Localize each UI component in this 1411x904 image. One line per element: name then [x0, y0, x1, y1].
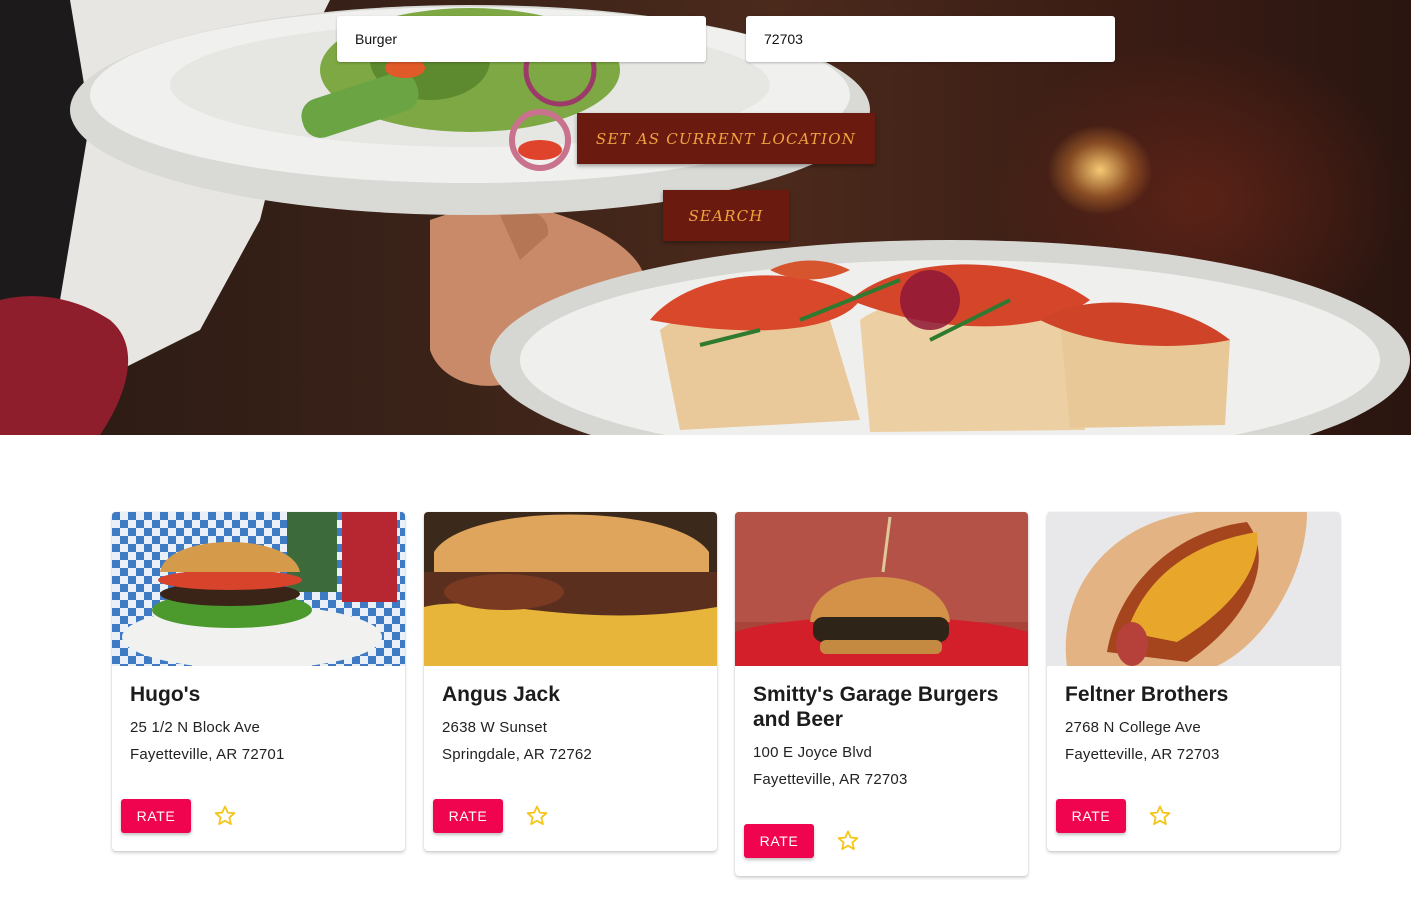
star-outline-icon[interactable]	[525, 804, 549, 828]
star-outline-icon[interactable]	[213, 804, 237, 828]
search-button[interactable]: Search	[663, 190, 789, 241]
restaurant-address: 100 E Joyce Blvd	[753, 744, 873, 761]
restaurant-city: Fayetteville, AR 72703	[1065, 746, 1220, 763]
restaurant-photo	[112, 512, 405, 666]
restaurant-address: 2638 W Sunset	[442, 719, 548, 736]
rate-button[interactable]: RATE	[433, 799, 503, 833]
restaurant-city: Springdale, AR 72762	[442, 746, 592, 763]
search-term-input[interactable]	[337, 16, 706, 62]
rate-button[interactable]: RATE	[744, 824, 814, 858]
card-actions: RATE	[424, 785, 717, 851]
restaurant-name: Angus Jack	[442, 683, 560, 706]
restaurant-card: Smitty's Garage Burgers and Beer 100 E J…	[735, 512, 1028, 876]
restaurant-name: Smitty's Garage Burgers and Beer	[753, 683, 999, 731]
restaurant-name: Hugo's	[130, 683, 201, 706]
location-input[interactable]	[746, 16, 1115, 62]
restaurant-photo	[735, 512, 1028, 666]
restaurant-address: 25 1/2 N Block Ave	[130, 719, 261, 736]
card-actions: RATE	[735, 810, 1028, 876]
card-actions: RATE	[112, 785, 405, 851]
restaurant-address: 2768 N College Ave	[1065, 719, 1201, 736]
restaurant-card: Hugo's 25 1/2 N Block Ave Fayetteville, …	[112, 512, 405, 851]
rate-button[interactable]: RATE	[1056, 799, 1126, 833]
restaurant-card: Feltner Brothers 2768 N College Ave Faye…	[1047, 512, 1340, 851]
hero-banner: Set as current location Search	[0, 0, 1411, 435]
card-actions: RATE	[1047, 785, 1340, 851]
set-current-location-button[interactable]: Set as current location	[577, 113, 875, 164]
restaurant-photo	[424, 512, 717, 666]
restaurant-photo	[1047, 512, 1340, 666]
rate-button[interactable]: RATE	[121, 799, 191, 833]
restaurant-city: Fayetteville, AR 72703	[753, 771, 908, 788]
restaurant-card: Angus Jack 2638 W Sunset Springdale, AR …	[424, 512, 717, 851]
restaurant-city: Fayetteville, AR 72701	[130, 746, 285, 763]
star-outline-icon[interactable]	[836, 829, 860, 853]
star-outline-icon[interactable]	[1148, 804, 1172, 828]
restaurant-name: Feltner Brothers	[1065, 683, 1229, 706]
